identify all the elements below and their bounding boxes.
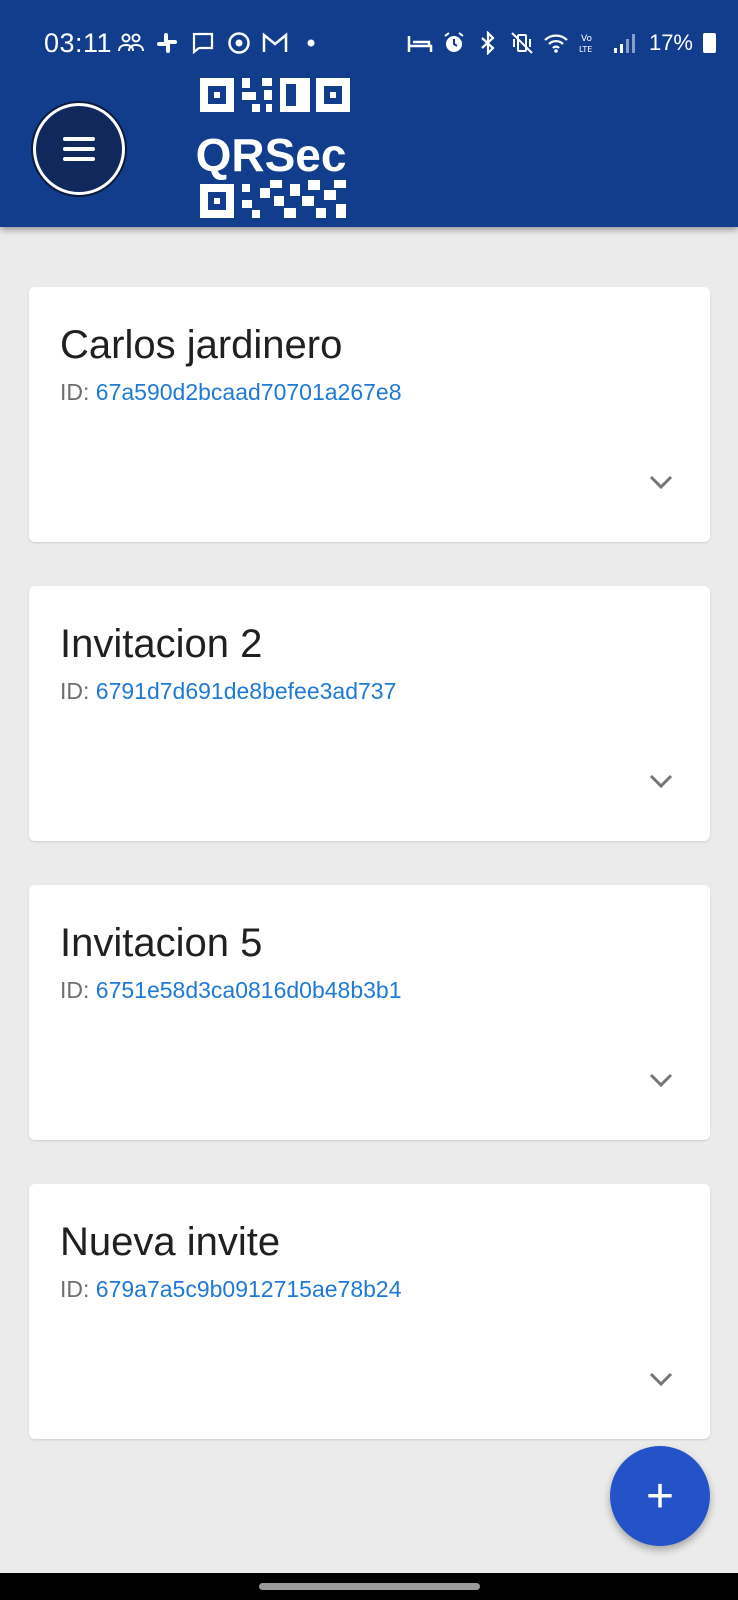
menu-button[interactable] [33,103,125,195]
qrsec-logo: QRSec [186,76,356,222]
id-value: 6751e58d3ca0816d0b48b3b1 [95,977,402,1003]
group-icon [118,30,144,56]
invitation-id: ID: 67a590d2bcaad70701a267e8 [60,379,402,406]
id-value: 679a7a5c9b0912715ae78b24 [95,1276,402,1302]
chevron-down-icon[interactable] [648,771,674,791]
invitation-card[interactable]: Carlos jardinero ID: 67a590d2bcaad70701a… [29,287,710,542]
signal-icon [611,30,637,56]
id-value: 6791d7d691de8befee3ad737 [95,678,397,704]
chevron-down-icon[interactable] [648,472,674,492]
battery-icon [703,33,716,53]
add-invitation-button[interactable]: + [610,1446,710,1546]
vibrate-icon [509,30,535,56]
id-label: ID: [60,1276,90,1302]
hamburger-icon [63,137,95,141]
chrome-icon [226,30,252,56]
slack-icon [154,30,180,56]
message-icon [190,30,216,56]
plus-icon: + [645,1469,675,1523]
wifi-icon [543,30,569,56]
app-logo-text: QRSec [195,129,347,181]
id-label: ID: [60,379,90,405]
invitation-title: Nueva invite [60,1220,281,1264]
system-icons: Vo LTE 17% [407,30,716,56]
home-gesture-handle[interactable] [259,1583,480,1590]
app-header: 03:11 Vo LTE 17% QRSec [0,0,738,227]
sleep-icon [407,30,433,56]
chevron-down-icon[interactable] [648,1369,674,1389]
status-bar: 03:11 Vo LTE 17% [0,0,738,78]
invitation-id: ID: 6791d7d691de8befee3ad737 [60,678,396,705]
invitation-id: ID: 679a7a5c9b0912715ae78b24 [60,1276,402,1303]
invitation-title: Carlos jardinero [60,323,343,367]
battery-percentage: 17% [648,30,693,55]
gmail-icon [262,30,288,56]
id-label: ID: [60,977,90,1003]
chevron-down-icon[interactable] [648,1070,674,1090]
bluetooth-icon [475,30,501,56]
invitation-title: Invitacion 2 [60,622,263,666]
invitation-title: Invitacion 5 [60,921,263,965]
invitation-id: ID: 6751e58d3ca0816d0b48b3b1 [60,977,402,1004]
id-label: ID: [60,678,90,704]
volte-icon: Vo LTE [577,30,603,56]
invitation-card[interactable]: Invitacion 5 ID: 6751e58d3ca0816d0b48b3b… [29,885,710,1140]
invitation-card[interactable]: Invitacion 2 ID: 6791d7d691de8befee3ad73… [29,586,710,841]
notification-icons [118,30,324,56]
status-time: 03:11 [44,28,113,58]
navigation-bar [0,1573,738,1600]
invitation-card[interactable]: Nueva invite ID: 679a7a5c9b0912715ae78b2… [29,1184,710,1439]
svg-text:LTE: LTE [579,45,592,54]
dot-icon [298,30,324,56]
svg-text:Vo: Vo [581,34,592,44]
id-value: 67a590d2bcaad70701a267e8 [95,379,402,405]
alarm-icon [441,30,467,56]
